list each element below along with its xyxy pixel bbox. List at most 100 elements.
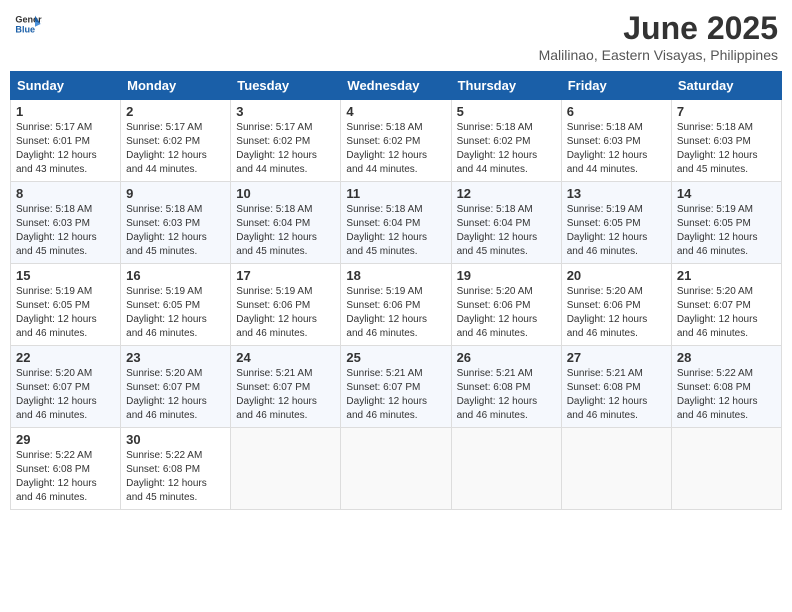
logo: General Blue (14, 10, 42, 38)
calendar-day-25: 25 Sunrise: 5:21 AMSunset: 6:07 PMDayligh… (341, 346, 451, 428)
day-number: 9 (126, 186, 225, 201)
day-number: 26 (457, 350, 556, 365)
weekday-header-thursday: Thursday (451, 72, 561, 100)
calendar-day-13: 13 Sunrise: 5:19 AMSunset: 6:05 PMDayligh… (561, 182, 671, 264)
month-title: June 2025 (539, 10, 778, 47)
weekday-header-row: SundayMondayTuesdayWednesdayThursdayFrid… (11, 72, 782, 100)
day-number: 1 (16, 104, 115, 119)
calendar-day-empty (231, 428, 341, 510)
day-info: Sunrise: 5:18 AMSunset: 6:03 PMDaylight:… (126, 203, 225, 259)
day-number: 7 (677, 104, 776, 119)
weekday-header-tuesday: Tuesday (231, 72, 341, 100)
calendar-day-21: 21 Sunrise: 5:20 AMSunset: 6:07 PMDayligh… (671, 264, 781, 346)
day-number: 21 (677, 268, 776, 283)
calendar-day-29: 29 Sunrise: 5:22 AMSunset: 6:08 PMDayligh… (11, 428, 121, 510)
day-info: Sunrise: 5:19 AMSunset: 6:05 PMDaylight:… (567, 203, 666, 259)
day-info: Sunrise: 5:20 AMSunset: 6:07 PMDaylight:… (16, 367, 115, 423)
calendar-day-3: 3 Sunrise: 5:17 AMSunset: 6:02 PMDaylight… (231, 100, 341, 182)
calendar-day-27: 27 Sunrise: 5:21 AMSunset: 6:08 PMDayligh… (561, 346, 671, 428)
day-info: Sunrise: 5:18 AMSunset: 6:04 PMDaylight:… (346, 203, 445, 259)
day-number: 2 (126, 104, 225, 119)
day-info: Sunrise: 5:19 AMSunset: 6:05 PMDaylight:… (677, 203, 776, 259)
weekday-header-friday: Friday (561, 72, 671, 100)
day-number: 11 (346, 186, 445, 201)
day-info: Sunrise: 5:19 AMSunset: 6:06 PMDaylight:… (236, 285, 335, 341)
calendar-day-5: 5 Sunrise: 5:18 AMSunset: 6:02 PMDaylight… (451, 100, 561, 182)
weekday-header-saturday: Saturday (671, 72, 781, 100)
day-info: Sunrise: 5:21 AMSunset: 6:07 PMDaylight:… (346, 367, 445, 423)
calendar-day-11: 11 Sunrise: 5:18 AMSunset: 6:04 PMDayligh… (341, 182, 451, 264)
calendar-day-26: 26 Sunrise: 5:21 AMSunset: 6:08 PMDayligh… (451, 346, 561, 428)
day-info: Sunrise: 5:17 AMSunset: 6:02 PMDaylight:… (126, 121, 225, 177)
title-area: June 2025 Malilinao, Eastern Visayas, Ph… (539, 10, 778, 63)
calendar-day-2: 2 Sunrise: 5:17 AMSunset: 6:02 PMDaylight… (121, 100, 231, 182)
day-info: Sunrise: 5:18 AMSunset: 6:03 PMDaylight:… (16, 203, 115, 259)
day-info: Sunrise: 5:19 AMSunset: 6:05 PMDaylight:… (16, 285, 115, 341)
day-info: Sunrise: 5:20 AMSunset: 6:06 PMDaylight:… (567, 285, 666, 341)
location-title: Malilinao, Eastern Visayas, Philippines (539, 47, 778, 63)
calendar-day-16: 16Sunrise: 5:19 AMSunset: 6:05 PMDayligh… (121, 264, 231, 346)
calendar-day-15: 15 Sunrise: 5:19 AMSunset: 6:05 PMDayligh… (11, 264, 121, 346)
calendar-day-14: 14 Sunrise: 5:19 AMSunset: 6:05 PMDayligh… (671, 182, 781, 264)
day-info: Sunrise: 5:18 AMSunset: 6:03 PMDaylight:… (567, 121, 666, 177)
day-info: Sunrise: 5:18 AMSunset: 6:02 PMDaylight:… (346, 121, 445, 177)
calendar-table: SundayMondayTuesdayWednesdayThursdayFrid… (10, 71, 782, 510)
calendar-week-2: 8 Sunrise: 5:18 AMSunset: 6:03 PMDaylight… (11, 182, 782, 264)
day-number: 3 (236, 104, 335, 119)
day-number: 6 (567, 104, 666, 119)
day-number: 15 (16, 268, 115, 283)
day-info: Sunrise: 5:17 AMSunset: 6:01 PMDaylight:… (16, 121, 115, 177)
day-info: Sunrise: 5:21 AMSunset: 6:07 PMDaylight:… (236, 367, 335, 423)
calendar-week-5: 29 Sunrise: 5:22 AMSunset: 6:08 PMDayligh… (11, 428, 782, 510)
calendar-day-8: 8 Sunrise: 5:18 AMSunset: 6:03 PMDaylight… (11, 182, 121, 264)
day-number: 10 (236, 186, 335, 201)
day-number: 13 (567, 186, 666, 201)
calendar-day-empty (561, 428, 671, 510)
day-number: 19 (457, 268, 556, 283)
day-info: Sunrise: 5:17 AMSunset: 6:02 PMDaylight:… (236, 121, 335, 177)
day-info: Sunrise: 5:18 AMSunset: 6:04 PMDaylight:… (457, 203, 556, 259)
day-info: Sunrise: 5:22 AMSunset: 6:08 PMDaylight:… (677, 367, 776, 423)
day-number: 18 (346, 268, 445, 283)
calendar-day-empty (451, 428, 561, 510)
calendar-day-17: 17Sunrise: 5:19 AMSunset: 6:06 PMDayligh… (231, 264, 341, 346)
day-number: 14 (677, 186, 776, 201)
day-number: 25 (346, 350, 445, 365)
calendar-week-4: 22 Sunrise: 5:20 AMSunset: 6:07 PMDayligh… (11, 346, 782, 428)
day-number: 22 (16, 350, 115, 365)
calendar-week-1: 1 Sunrise: 5:17 AMSunset: 6:01 PMDaylight… (11, 100, 782, 182)
day-number: 30 (126, 432, 225, 447)
day-info: Sunrise: 5:22 AMSunset: 6:08 PMDaylight:… (126, 449, 225, 505)
svg-text:Blue: Blue (15, 24, 35, 34)
day-number: 28 (677, 350, 776, 365)
calendar-day-1: 1 Sunrise: 5:17 AMSunset: 6:01 PMDaylight… (11, 100, 121, 182)
day-info: Sunrise: 5:21 AMSunset: 6:08 PMDaylight:… (567, 367, 666, 423)
calendar-day-12: 12Sunrise: 5:18 AMSunset: 6:04 PMDayligh… (451, 182, 561, 264)
calendar-day-4: 4 Sunrise: 5:18 AMSunset: 6:02 PMDaylight… (341, 100, 451, 182)
calendar-day-empty (341, 428, 451, 510)
day-info: Sunrise: 5:18 AMSunset: 6:03 PMDaylight:… (677, 121, 776, 177)
day-number: 5 (457, 104, 556, 119)
day-info: Sunrise: 5:21 AMSunset: 6:08 PMDaylight:… (457, 367, 556, 423)
calendar-day-28: 28 Sunrise: 5:22 AMSunset: 6:08 PMDayligh… (671, 346, 781, 428)
day-number: 4 (346, 104, 445, 119)
calendar-day-23: 23Sunrise: 5:20 AMSunset: 6:07 PMDayligh… (121, 346, 231, 428)
weekday-header-monday: Monday (121, 72, 231, 100)
day-info: Sunrise: 5:18 AMSunset: 6:04 PMDaylight:… (236, 203, 335, 259)
day-info: Sunrise: 5:22 AMSunset: 6:08 PMDaylight:… (16, 449, 115, 505)
day-number: 20 (567, 268, 666, 283)
day-info: Sunrise: 5:20 AMSunset: 6:07 PMDaylight:… (677, 285, 776, 341)
calendar-week-3: 15 Sunrise: 5:19 AMSunset: 6:05 PMDayligh… (11, 264, 782, 346)
calendar-day-18: 18 Sunrise: 5:19 AMSunset: 6:06 PMDayligh… (341, 264, 451, 346)
day-number: 27 (567, 350, 666, 365)
calendar-day-7: 7 Sunrise: 5:18 AMSunset: 6:03 PMDaylight… (671, 100, 781, 182)
calendar-day-24: 24 Sunrise: 5:21 AMSunset: 6:07 PMDayligh… (231, 346, 341, 428)
day-info: Sunrise: 5:18 AMSunset: 6:02 PMDaylight:… (457, 121, 556, 177)
day-number: 8 (16, 186, 115, 201)
day-info: Sunrise: 5:19 AMSunset: 6:06 PMDaylight:… (346, 285, 445, 341)
calendar-day-30: 30 Sunrise: 5:22 AMSunset: 6:08 PMDayligh… (121, 428, 231, 510)
calendar-day-20: 20 Sunrise: 5:20 AMSunset: 6:06 PMDayligh… (561, 264, 671, 346)
day-number: 24 (236, 350, 335, 365)
day-number: 29 (16, 432, 115, 447)
day-number: 23 (126, 350, 225, 365)
